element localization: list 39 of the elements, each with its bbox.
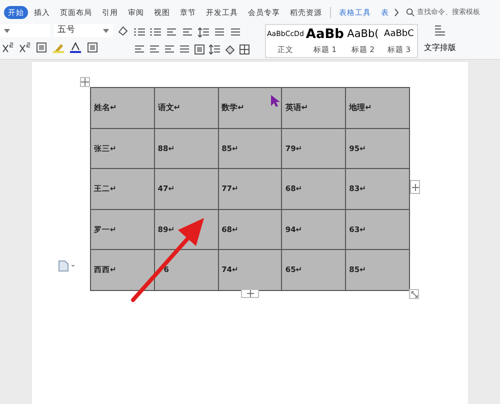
align-icon[interactable] xyxy=(166,27,177,38)
character-border-icon[interactable] xyxy=(36,42,47,53)
character-border-icon[interactable] xyxy=(194,44,205,55)
search-icon xyxy=(406,8,415,17)
font-size-field[interactable]: 五号 xyxy=(54,24,113,37)
move-icon xyxy=(81,78,89,86)
borders-icon[interactable] xyxy=(239,44,250,55)
align-icon[interactable] xyxy=(164,44,175,55)
character-border-icon[interactable] xyxy=(87,42,98,53)
caret-icon xyxy=(4,28,10,34)
table-move-handle[interactable] xyxy=(80,77,90,87)
text-layout-icon xyxy=(434,24,446,36)
superscript-icon[interactable] xyxy=(19,42,30,53)
font-name-field[interactable] xyxy=(0,24,50,37)
add-column-button[interactable] xyxy=(410,180,420,194)
caret-icon xyxy=(103,28,109,34)
line-spacing-icon[interactable] xyxy=(209,44,220,55)
align-icon[interactable] xyxy=(149,44,160,55)
line-spacing-icon[interactable] xyxy=(198,27,209,38)
plus-icon xyxy=(412,184,418,190)
resize-icon xyxy=(410,290,418,298)
superscript-icon[interactable] xyxy=(2,42,13,53)
table-cell: 姓名↵ xyxy=(90,88,154,128)
table-cell: 英语↵ xyxy=(282,88,346,128)
align-icon[interactable] xyxy=(134,44,145,55)
resize-handle[interactable] xyxy=(409,289,419,299)
list-icon[interactable] xyxy=(150,27,161,38)
align-icon[interactable] xyxy=(182,27,193,38)
list-icon[interactable] xyxy=(134,27,145,38)
shading-icon[interactable] xyxy=(224,44,235,55)
chevron-right-icon[interactable] xyxy=(393,8,400,17)
cursor-icon xyxy=(270,94,280,108)
table-cell: 地理↵ xyxy=(346,88,410,128)
add-row-button[interactable] xyxy=(241,289,259,298)
document-icon[interactable] xyxy=(58,260,75,272)
table-cell: 语文↵ xyxy=(154,88,218,128)
text-layout-button[interactable]: 文字排版 xyxy=(424,24,456,58)
plus-icon xyxy=(246,290,254,297)
font-color-icon[interactable] xyxy=(70,42,81,53)
